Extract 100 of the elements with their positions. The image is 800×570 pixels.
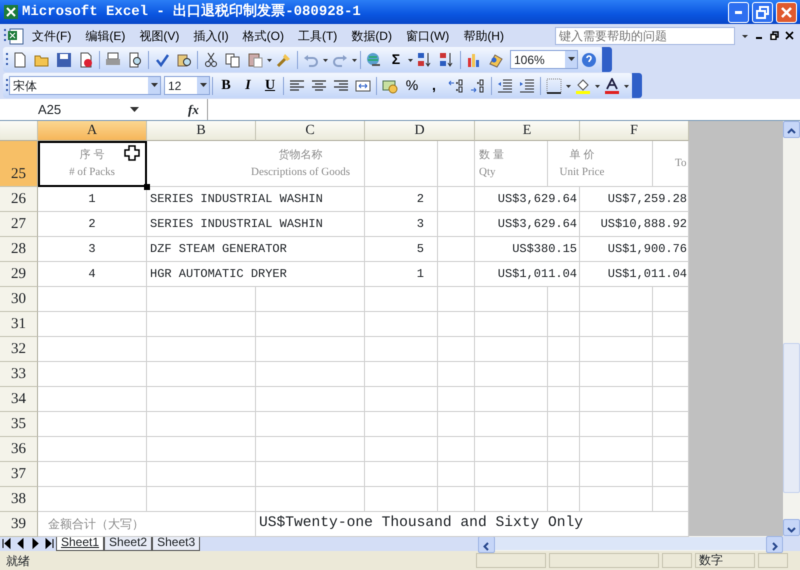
empty-cell[interactable] [580, 337, 653, 362]
horizontal-scrollbar[interactable] [478, 536, 783, 551]
menu-item[interactable]: 帮助(H) [456, 26, 511, 44]
empty-cell[interactable] [256, 462, 365, 487]
minimize-button[interactable] [728, 2, 749, 22]
row-header[interactable]: 28 [0, 237, 38, 262]
empty-cell[interactable] [475, 412, 548, 437]
row-header[interactable]: 37 [0, 462, 38, 487]
close-button[interactable] [776, 2, 797, 22]
menu-item[interactable]: 工具(T) [290, 26, 344, 44]
sheet-tab[interactable]: Sheet1 [56, 536, 104, 551]
menu-item[interactable]: 编辑(E) [78, 26, 132, 44]
insert-function-button[interactable]: fx [180, 100, 207, 120]
select-all-header[interactable] [0, 121, 38, 141]
empty-cell[interactable] [365, 462, 438, 487]
empty-cell[interactable] [147, 487, 256, 512]
empty-cell[interactable] [580, 362, 653, 387]
empty-cell[interactable] [256, 412, 365, 437]
column-header[interactable]: C [256, 121, 365, 141]
empty-cell[interactable] [438, 287, 475, 312]
row-header[interactable]: 26 [0, 187, 38, 212]
empty-cell[interactable] [256, 312, 365, 337]
empty-cell[interactable] [548, 312, 580, 337]
empty-cell[interactable] [548, 337, 580, 362]
underline-button[interactable]: U [259, 74, 281, 96]
autosum-button[interactable]: Σ [385, 48, 407, 70]
row-header[interactable]: 25 [0, 141, 38, 187]
restore-icon[interactable] [770, 31, 779, 40]
row-header[interactable]: 30 [0, 287, 38, 312]
empty-cell[interactable] [256, 387, 365, 412]
row-header[interactable]: 27 [0, 212, 38, 237]
empty-cell[interactable] [438, 262, 475, 287]
empty-cell[interactable] [438, 412, 475, 437]
dropdown-caret-icon[interactable] [130, 106, 140, 114]
empty-cell[interactable] [475, 462, 548, 487]
empty-cell[interactable] [365, 437, 438, 462]
empty-cell[interactable] [438, 387, 475, 412]
column-header[interactable]: F [580, 121, 689, 141]
empty-cell[interactable] [438, 237, 475, 262]
name-box[interactable]: A25 [38, 100, 62, 120]
empty-cell[interactable] [548, 437, 580, 462]
menu-item[interactable]: 视图(V) [132, 26, 186, 44]
empty-cell[interactable] [365, 312, 438, 337]
empty-cell[interactable] [580, 287, 653, 312]
empty-cell[interactable] [580, 462, 653, 487]
empty-cell[interactable] [438, 362, 475, 387]
empty-cell[interactable] [580, 487, 653, 512]
row-header[interactable]: 33 [0, 362, 38, 387]
empty-cell[interactable] [548, 362, 580, 387]
empty-cell[interactable] [438, 437, 475, 462]
empty-cell[interactable] [475, 362, 548, 387]
empty-cell[interactable] [580, 437, 653, 462]
menu-item[interactable]: 数据(D) [344, 26, 399, 44]
close-icon[interactable] [785, 31, 794, 40]
empty-cell[interactable] [147, 287, 256, 312]
empty-cell[interactable] [438, 487, 475, 512]
scrollbar-thumb[interactable] [783, 343, 800, 493]
empty-cell[interactable] [548, 487, 580, 512]
empty-cell[interactable] [475, 287, 548, 312]
empty-cell[interactable] [438, 462, 475, 487]
empty-cell[interactable] [147, 362, 256, 387]
menu-item[interactable]: 文件(F) [25, 26, 78, 44]
empty-cell[interactable] [365, 287, 438, 312]
empty-cell[interactable] [147, 337, 256, 362]
vertical-scrollbar[interactable] [783, 121, 800, 536]
font-size-dropdown[interactable]: 12 [164, 76, 210, 95]
sheet-tab[interactable]: Sheet2 [104, 536, 152, 551]
empty-cell[interactable] [256, 362, 365, 387]
empty-cell[interactable] [365, 387, 438, 412]
column-header[interactable]: A [38, 121, 147, 141]
empty-cell[interactable] [365, 337, 438, 362]
empty-cell[interactable] [580, 312, 653, 337]
empty-cell[interactable] [365, 412, 438, 437]
fill-handle[interactable] [144, 184, 150, 190]
bold-button[interactable]: B [215, 74, 237, 96]
empty-cell[interactable] [147, 387, 256, 412]
empty-cell[interactable] [365, 487, 438, 512]
row-header[interactable]: 38 [0, 487, 38, 512]
empty-cell[interactable] [548, 287, 580, 312]
row-header[interactable]: 39 [0, 512, 38, 537]
empty-cell[interactable] [475, 437, 548, 462]
row-header[interactable]: 34 [0, 387, 38, 412]
menu-item[interactable]: 窗口(W) [398, 26, 456, 44]
comma-button[interactable]: , [423, 74, 445, 96]
empty-cell[interactable] [438, 141, 475, 187]
help-search-field[interactable]: 键入需要帮助的问题 [555, 26, 735, 44]
zoom-dropdown[interactable]: 106% [510, 50, 578, 69]
menu-item[interactable]: 插入(I) [186, 26, 236, 44]
row-header[interactable]: 29 [0, 262, 38, 287]
empty-cell[interactable] [438, 187, 475, 212]
row-header[interactable]: 35 [0, 412, 38, 437]
empty-cell[interactable] [256, 287, 365, 312]
empty-cell[interactable] [147, 437, 256, 462]
empty-cell[interactable] [256, 437, 365, 462]
excel-document-icon[interactable] [7, 26, 25, 44]
column-header[interactable]: E [475, 121, 580, 141]
empty-cell[interactable] [438, 337, 475, 362]
column-header[interactable]: D [365, 121, 475, 141]
empty-cell[interactable] [438, 212, 475, 237]
empty-cell[interactable] [580, 412, 653, 437]
